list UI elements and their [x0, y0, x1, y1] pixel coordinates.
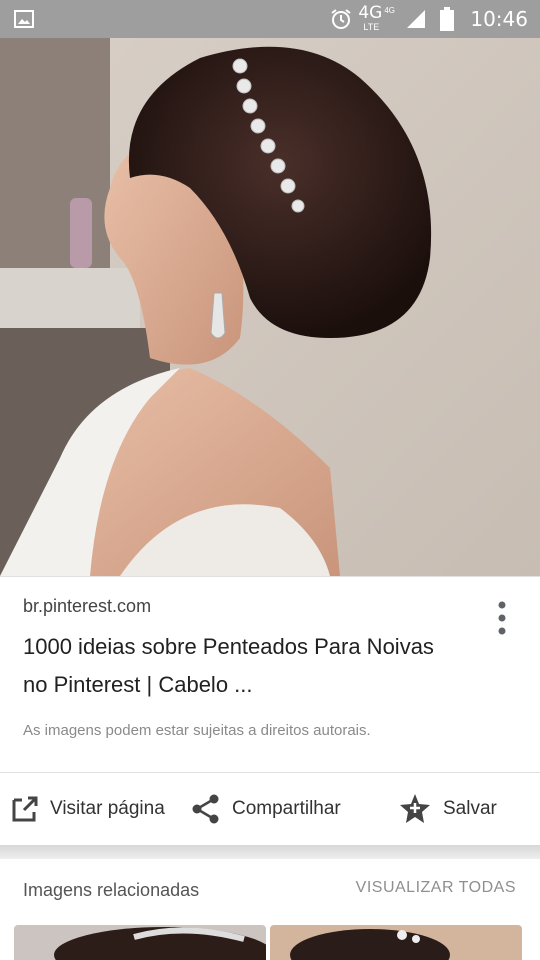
more-vert-icon[interactable]	[490, 598, 514, 638]
visit-page-label: Visitar página	[50, 798, 165, 819]
alarm-icon	[331, 9, 351, 29]
network-indicator: 4G 4G LTE	[358, 0, 400, 38]
network-tech-label: LTE	[363, 22, 380, 32]
section-divider	[0, 845, 540, 859]
result-title[interactable]: 1000 ideias sobre Penteados Para Noivas …	[23, 628, 453, 704]
result-image[interactable]	[0, 38, 540, 576]
share-button[interactable]: Compartilhar	[190, 773, 341, 845]
related-image[interactable]	[270, 925, 522, 960]
visit-page-button[interactable]: Visitar página	[10, 773, 165, 845]
star-add-icon	[400, 794, 430, 823]
battery-icon	[440, 7, 455, 31]
share-label: Compartilhar	[232, 798, 341, 819]
save-label: Salvar	[443, 798, 497, 819]
signal-icon	[407, 10, 426, 28]
status-time: 10:46	[470, 7, 528, 31]
share-icon	[192, 794, 219, 824]
image-icon	[14, 10, 34, 28]
save-button[interactable]: Salvar	[397, 773, 497, 845]
related-image[interactable]	[14, 925, 266, 960]
related-title: Imagens relacionadas	[23, 880, 200, 900]
status-bar: 4G 4G LTE 10:46	[0, 0, 540, 38]
view-all-button[interactable]: VISUALIZAR TODAS	[356, 879, 516, 897]
result-domain[interactable]: br.pinterest.com	[23, 596, 151, 617]
network-label: 4G	[358, 3, 383, 23]
network-sub-label: 4G	[384, 6, 396, 15]
copyright-notice: As imagens podem estar sujeitas a direit…	[23, 722, 371, 739]
action-bar: Visitar página Compartilhar Salvar	[0, 773, 540, 845]
open-in-new-icon	[12, 796, 38, 822]
